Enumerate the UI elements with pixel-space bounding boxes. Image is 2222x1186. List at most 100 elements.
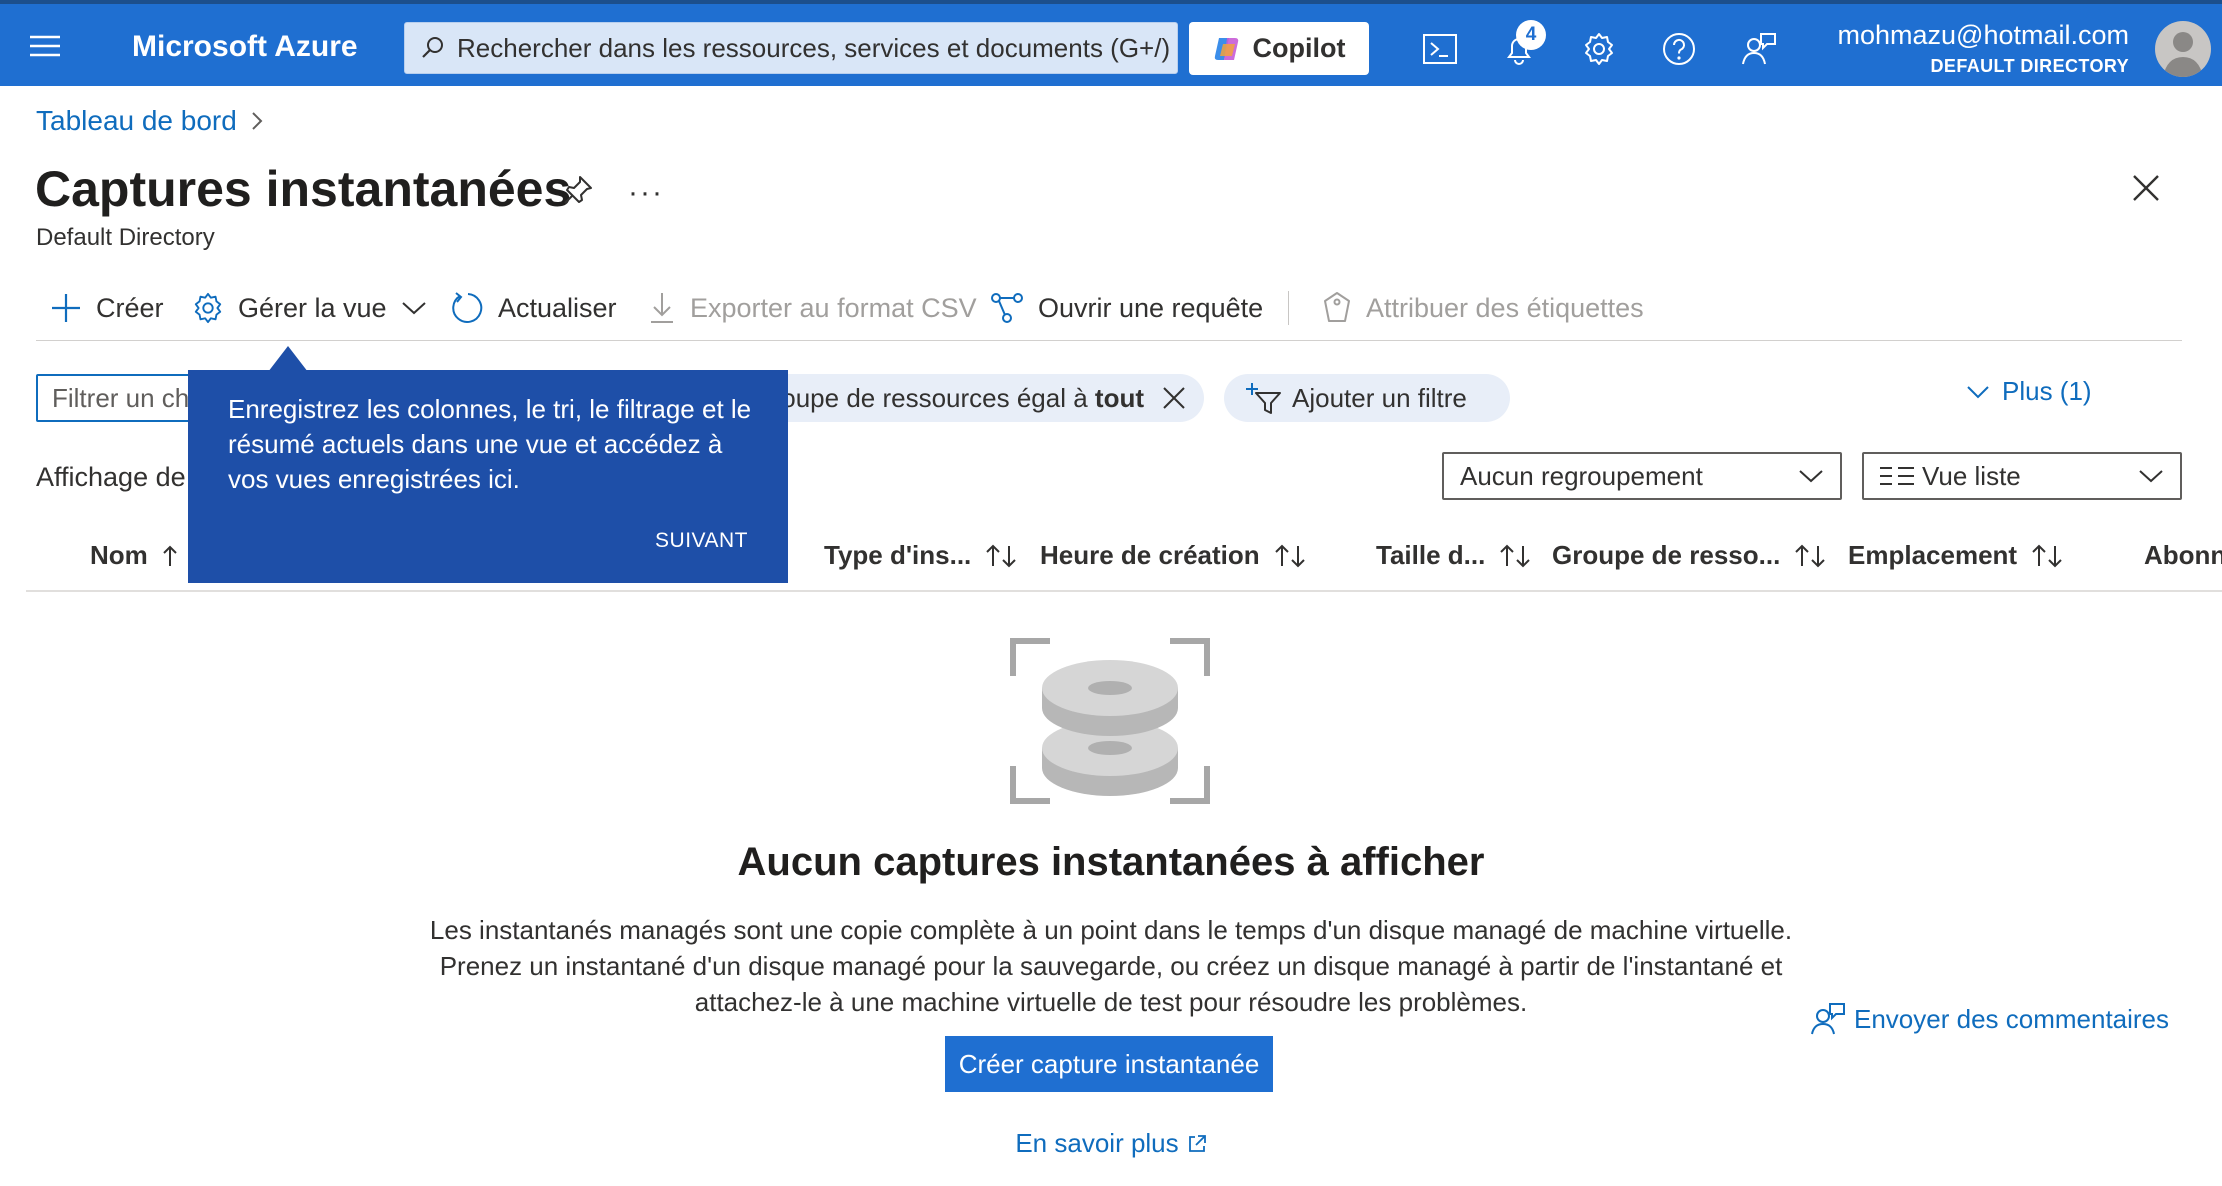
pin-icon[interactable] <box>562 174 594 206</box>
close-icon[interactable] <box>1162 386 1186 410</box>
assign-tags-button[interactable]: Attribuer des étiquettes <box>1322 285 1644 331</box>
grouping-value: Aucun regroupement <box>1460 460 1703 491</box>
create-snapshot-button[interactable]: Créer capture instantanée <box>945 1036 1273 1092</box>
tooltip-arrow <box>268 346 308 372</box>
chevron-down-icon <box>401 300 427 316</box>
column-creation-time-label: Heure de création <box>1040 540 1260 570</box>
manage-view-button[interactable]: Gérer la vue <box>192 285 427 331</box>
add-filter-label: Ajouter un filtre <box>1292 382 1467 413</box>
open-query-label: Ouvrir une requête <box>1038 292 1264 323</box>
toolbar-divider <box>1288 291 1289 325</box>
sort-both-icon <box>1274 543 1306 569</box>
sort-both-icon <box>985 543 1017 569</box>
add-filter-button[interactable]: Ajouter un filtre <box>1224 374 1510 422</box>
user-email[interactable]: mohmazu@hotmail.com <box>1837 20 2129 51</box>
brand-title[interactable]: Microsoft Azure <box>132 30 358 64</box>
column-subscription-label: Abonn <box>2144 540 2222 570</box>
more-options-icon[interactable]: ··· <box>628 176 664 210</box>
column-subscription[interactable]: Abonn <box>2144 540 2222 571</box>
column-creation-time[interactable]: Heure de création <box>1040 540 1306 571</box>
more-filters-link[interactable]: Plus (1) <box>1966 376 2092 407</box>
teaching-tooltip: Enregistrez les colonnes, le tri, le fil… <box>188 370 788 583</box>
create-button[interactable]: Créer <box>50 285 164 331</box>
rg-filter-label: oupe de ressources égal à tout <box>781 383 1144 414</box>
copilot-label: Copilot <box>1252 33 1346 63</box>
open-query-button[interactable]: Ouvrir une requête <box>990 285 1263 331</box>
column-size[interactable]: Taille d... <box>1376 540 1531 571</box>
search-input[interactable]: Rechercher dans les ressources, services… <box>404 22 1178 74</box>
search-placeholder: Rechercher dans les ressources, services… <box>457 32 1171 63</box>
tooltip-next-button[interactable]: SUIVANT <box>655 529 748 553</box>
menu-icon[interactable] <box>22 26 68 66</box>
copilot-button[interactable]: Copilot <box>1189 22 1369 75</box>
export-csv-label: Exporter au format CSV <box>690 292 977 323</box>
feedback-icon <box>1810 1002 1846 1036</box>
copilot-icon <box>1213 34 1243 64</box>
create-label: Créer <box>96 292 164 323</box>
breadcrumb: Tableau de bord <box>36 105 263 137</box>
chevron-down-icon <box>1966 384 1990 400</box>
column-instance-type[interactable]: Type d'ins... <box>824 540 1017 571</box>
view-mode-label: Vue liste <box>1880 461 2021 492</box>
rg-filter-value: tout <box>1094 382 1144 413</box>
resource-group-filter-chip[interactable]: oupe de ressources égal à tout <box>740 374 1204 422</box>
search-icon <box>421 36 445 60</box>
view-mode-dropdown[interactable]: Vue liste <box>1862 452 2182 500</box>
learn-more-label: En savoir plus <box>1015 1128 1179 1158</box>
refresh-label: Actualiser <box>498 292 617 323</box>
empty-state-description: Les instantanés managés sont une copie c… <box>400 912 1822 1020</box>
sort-both-icon <box>1499 543 1531 569</box>
tag-icon <box>1322 291 1352 325</box>
chevron-right-icon <box>251 111 263 131</box>
cloud-shell-icon[interactable] <box>1417 26 1463 72</box>
column-size-label: Taille d... <box>1376 540 1486 570</box>
record-count-label: Affichage de <box>36 462 186 492</box>
send-feedback-label: Envoyer des commentaires <box>1854 1003 2170 1034</box>
send-feedback-link[interactable]: Envoyer des commentaires <box>1810 1002 2169 1036</box>
sort-icon <box>162 544 178 568</box>
snapshot-empty-icon <box>1010 638 1210 804</box>
column-name[interactable]: Nom <box>90 540 178 571</box>
breadcrumb-item-dashboard[interactable]: Tableau de bord <box>36 105 237 137</box>
external-link-icon <box>1187 1134 1207 1154</box>
column-resource-group-label: Groupe de resso... <box>1552 540 1781 570</box>
list-view-icon <box>1880 465 1914 487</box>
column-resource-group[interactable]: Groupe de resso... <box>1552 540 1826 571</box>
column-name-label: Nom <box>90 540 148 570</box>
add-filter-icon <box>1244 381 1282 415</box>
gear-icon <box>192 292 224 324</box>
grouping-dropdown[interactable]: Aucun regroupement <box>1442 452 1842 500</box>
notification-badge: 4 <box>1516 20 1546 50</box>
column-location-label: Emplacement <box>1848 540 2018 570</box>
page-subtitle: Default Directory <box>36 224 215 251</box>
sort-both-icon <box>1794 543 1826 569</box>
empty-state-title: Aucun captures instantanées à afficher <box>737 840 1485 884</box>
export-csv-button[interactable]: Exporter au format CSV <box>648 285 977 331</box>
query-icon <box>990 291 1024 325</box>
gear-icon[interactable] <box>1576 26 1622 72</box>
refresh-button[interactable]: Actualiser <box>450 285 617 331</box>
feedback-icon[interactable] <box>1736 26 1782 72</box>
empty-state-desc-line: Les instantanés managés sont une copie c… <box>429 915 1793 945</box>
sort-both-icon <box>2031 543 2063 569</box>
help-icon[interactable] <box>1656 26 1702 72</box>
more-filters-label: Plus (1) <box>2002 376 2092 406</box>
plus-icon <box>50 292 82 324</box>
column-location[interactable]: Emplacement <box>1848 540 2063 571</box>
view-mode-value: Vue liste <box>1922 460 2021 491</box>
empty-state-desc-line: attachez-le à une machine virtuelle de t… <box>694 987 1528 1017</box>
user-directory[interactable]: DEFAULT DIRECTORY <box>1931 56 2129 77</box>
tooltip-text: Enregistrez les colonnes, le tri, le fil… <box>228 394 752 494</box>
refresh-icon <box>450 291 484 325</box>
learn-more-link[interactable]: En savoir plus <box>0 1128 2222 1159</box>
rg-filter-prefix: oupe de ressources égal à <box>781 382 1095 413</box>
top-bar: Microsoft Azure Rechercher dans les ress… <box>0 0 2222 86</box>
avatar[interactable] <box>2155 21 2211 77</box>
page-title: Captures instantanées <box>35 161 572 217</box>
command-bar: Créer Gérer la vue Actualiser Exporter a… <box>36 285 2182 341</box>
manage-view-label: Gérer la vue <box>238 292 387 323</box>
column-instance-type-label: Type d'ins... <box>824 540 972 570</box>
chevron-down-icon <box>1798 468 1824 484</box>
chevron-down-icon <box>2138 468 2164 484</box>
close-icon[interactable] <box>2132 174 2160 202</box>
